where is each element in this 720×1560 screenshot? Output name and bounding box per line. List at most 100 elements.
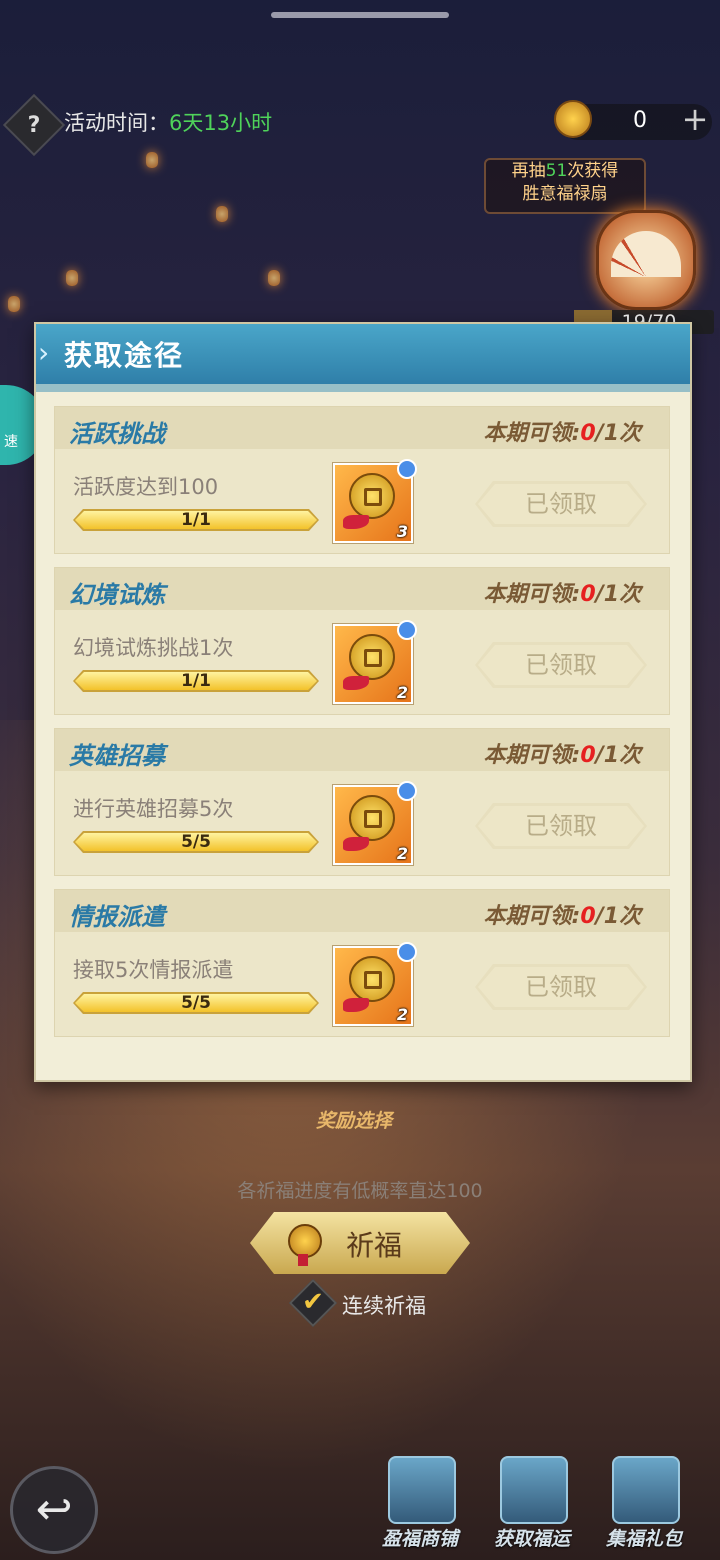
task-header: 活跃挑战 本期可领:0/1次: [55, 407, 669, 449]
dialog-title: 获取途径: [64, 339, 185, 372]
tassel-icon: [343, 515, 369, 529]
claimed-label: 已领取: [525, 812, 597, 840]
shop-icon: [388, 1456, 456, 1524]
task-progress-bar: 1/1: [73, 670, 319, 692]
event-time-label: 活动时间：: [64, 111, 169, 135]
task-card: 情报派遣 本期可领:0/1次 接取5次情报派遣 5/5 2 已领取: [54, 889, 670, 1037]
limit-current: 0: [580, 421, 596, 446]
limit-suffix: /1次: [595, 904, 641, 929]
lucky-charm-icon: [288, 1224, 322, 1266]
task-title: 幻境试炼: [69, 581, 165, 609]
claimed-button[interactable]: 已领取: [475, 642, 647, 688]
clock-icon: [397, 459, 417, 479]
task-card: 活跃挑战 本期可领:0/1次 活跃度达到100 1/1 3 已领取: [54, 406, 670, 554]
reward-item[interactable]: 2: [333, 942, 417, 1026]
limit-prefix: 本期可领:: [483, 421, 581, 446]
claimed-label: 已领取: [525, 490, 597, 518]
gift-icon: [612, 1456, 680, 1524]
chevron-right-icon: ›: [38, 336, 50, 369]
reward-item[interactable]: 2: [333, 781, 417, 865]
task-description: 活跃度达到100: [73, 475, 219, 499]
task-progress-bar: 5/5: [73, 831, 319, 853]
hint-prefix: 再抽: [511, 161, 546, 181]
fan-reward-button[interactable]: [596, 210, 696, 310]
lantern-decoration: [8, 296, 20, 312]
book-icon: [500, 1456, 568, 1524]
reward-quantity: 2: [396, 683, 408, 702]
task-card: 幻境试炼 本期可领:0/1次 幻境试炼挑战1次 1/1 2 已领取: [54, 567, 670, 715]
task-title: 英雄招募: [69, 742, 165, 770]
clock-icon: [397, 942, 417, 962]
pray-label: 祈福: [346, 1229, 403, 1262]
limit-prefix: 本期可领:: [483, 904, 581, 929]
help-button[interactable]: ?: [2, 93, 66, 157]
task-description: 进行英雄招募5次: [73, 797, 234, 821]
limit-prefix: 本期可领:: [483, 743, 581, 768]
nav-gift-pack[interactable]: 集福礼包: [594, 1456, 694, 1552]
hint-count: 51: [545, 161, 568, 181]
reward-item[interactable]: 3: [333, 459, 417, 543]
acquire-methods-dialog: › 获取途径 活跃挑战 本期可领:0/1次 活跃度达到100 1/1 3 已领取…: [34, 322, 692, 1082]
task-progress-text: 5/5: [181, 993, 211, 1013]
check-icon: ✔: [302, 1287, 324, 1317]
limit-suffix: /1次: [595, 421, 641, 446]
speed-label: 速: [4, 434, 18, 450]
reward-quantity: 2: [396, 1005, 408, 1024]
reward-select-button[interactable]: 奖励选择: [316, 1106, 392, 1133]
task-description: 接取5次情报派遣: [73, 958, 234, 982]
nav-label: 获取福运: [493, 1528, 570, 1550]
back-arrow-icon: ↩: [35, 1484, 73, 1535]
task-progress-text: 1/1: [181, 510, 211, 530]
task-claim-limit: 本期可领:0/1次: [484, 898, 641, 930]
lucky-charm-currency-icon: [554, 100, 592, 138]
claimed-button[interactable]: 已领取: [475, 803, 647, 849]
task-header: 英雄招募 本期可领:0/1次: [55, 729, 669, 771]
limit-current: 0: [580, 582, 596, 607]
task-claim-limit: 本期可领:0/1次: [484, 737, 641, 769]
task-title: 情报派遣: [69, 903, 165, 931]
nav-fortune-shop[interactable]: 盈福商铺: [370, 1456, 470, 1552]
task-progress-bar: 5/5: [73, 992, 319, 1014]
fan-reward-hint: 再抽51次获得 胜意福禄扇: [484, 158, 646, 214]
lantern-decoration: [268, 270, 280, 286]
lucky-charm-icon: [349, 956, 395, 1002]
tassel-icon: [343, 837, 369, 851]
lantern-decoration: [216, 206, 228, 222]
fan-icon: [611, 231, 681, 277]
limit-suffix: /1次: [595, 743, 641, 768]
lantern-decoration: [66, 270, 78, 286]
hint-suffix: 次获得: [567, 161, 619, 181]
reward-item[interactable]: 2: [333, 620, 417, 704]
lantern-decoration: [146, 152, 158, 168]
lucky-charm-icon: [349, 473, 395, 519]
task-progress-text: 1/1: [181, 671, 211, 691]
task-description: 幻境试炼挑战1次: [73, 636, 234, 660]
task-card: 英雄招募 本期可领:0/1次 进行英雄招募5次 5/5 2 已领取: [54, 728, 670, 876]
claimed-button[interactable]: 已领取: [475, 964, 647, 1010]
top-handle: [271, 12, 449, 18]
limit-current: 0: [580, 743, 596, 768]
reward-quantity: 3: [396, 522, 408, 541]
task-title: 活跃挑战: [69, 420, 165, 448]
clock-icon: [397, 620, 417, 640]
back-button[interactable]: ↩: [10, 1466, 98, 1554]
pray-button[interactable]: 祈福: [250, 1212, 470, 1274]
dialog-header: › 获取途径: [36, 324, 690, 392]
task-claim-limit: 本期可领:0/1次: [484, 415, 641, 447]
nav-label: 集福礼包: [605, 1528, 682, 1550]
clock-icon: [397, 781, 417, 801]
add-currency-button[interactable]: +: [680, 103, 710, 136]
event-timer: 活动时间：6天13小时: [64, 107, 272, 137]
nav-get-fortune[interactable]: 获取福运: [482, 1456, 582, 1552]
hint-item: 胜意福禄扇: [522, 184, 608, 204]
claimed-label: 已领取: [525, 973, 597, 1001]
nav-label: 盈福商铺: [381, 1528, 458, 1550]
task-header: 幻境试炼 本期可领:0/1次: [55, 568, 669, 610]
question-icon: ?: [27, 112, 41, 138]
task-progress-text: 5/5: [181, 832, 211, 852]
lucky-charm-icon: [349, 795, 395, 841]
claimed-label: 已领取: [525, 651, 597, 679]
pray-tip: 各祈福进度有低概率直达100: [237, 1180, 483, 1202]
claimed-button[interactable]: 已领取: [475, 481, 647, 527]
lucky-charm-icon: [349, 634, 395, 680]
